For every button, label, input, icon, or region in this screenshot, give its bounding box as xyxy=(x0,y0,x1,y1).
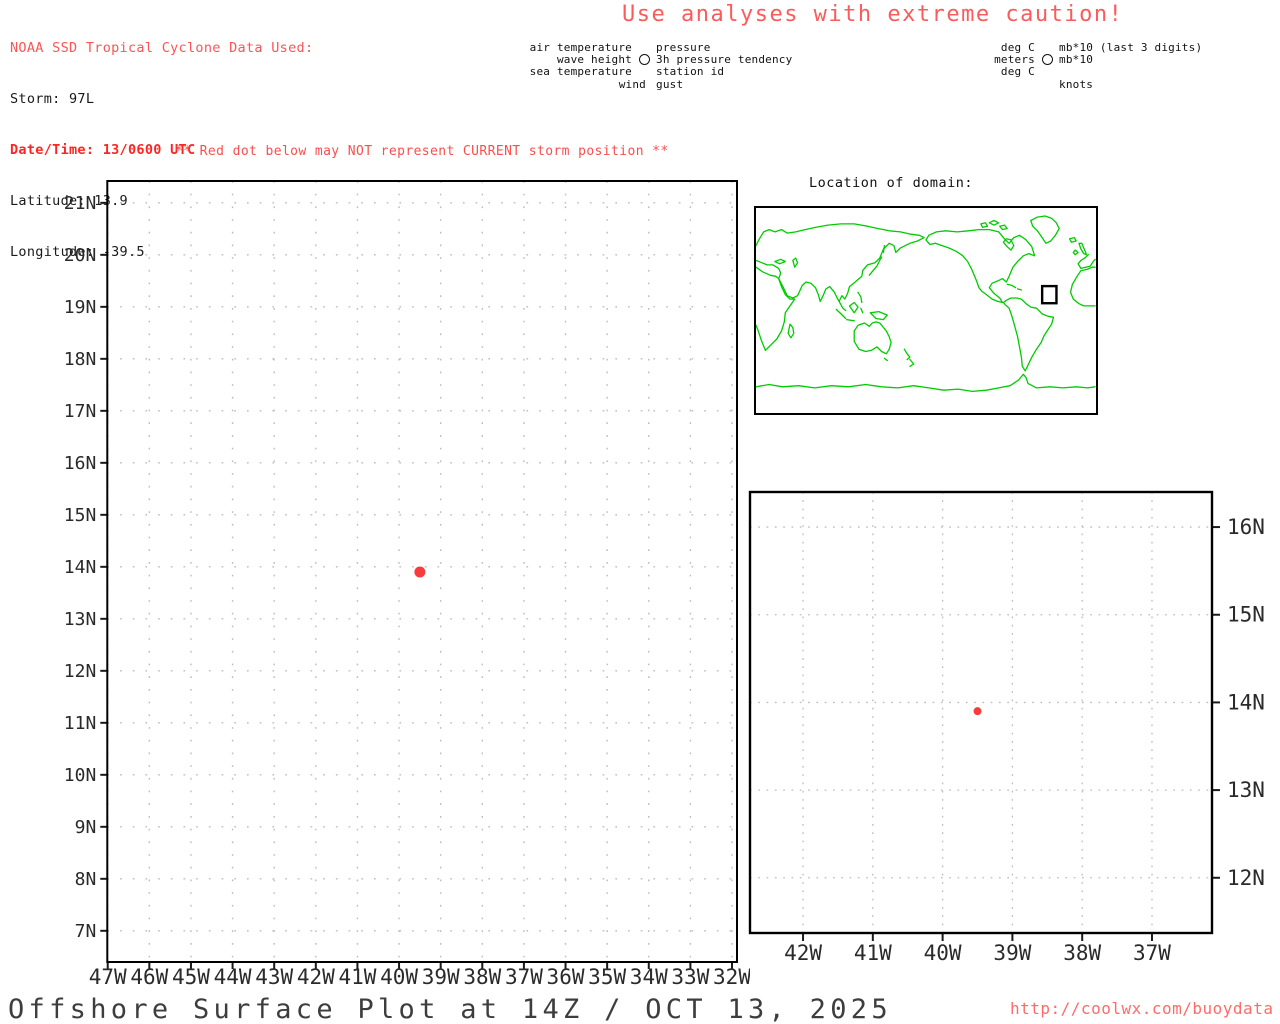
legend-left-label: wind xyxy=(618,77,646,91)
station-circle-icon xyxy=(638,54,650,66)
svg-text:20N: 20N xyxy=(64,245,97,266)
station-circle-icon xyxy=(1041,54,1053,66)
legend-left-label: meters xyxy=(994,53,1035,67)
legend-right-label: mb*10 (last 3 digits) xyxy=(1059,40,1203,54)
legend-right-label: 3h pressure tendency xyxy=(656,53,793,67)
svg-text:46W: 46W xyxy=(130,965,168,989)
svg-text:36W: 36W xyxy=(547,965,585,989)
legend-spacer xyxy=(1035,54,1059,66)
svg-text:11N: 11N xyxy=(64,713,97,734)
legend-right-label: pressure xyxy=(656,40,711,54)
svg-text:8N: 8N xyxy=(75,869,97,890)
svg-text:44W: 44W xyxy=(214,965,252,989)
legend-row: knots xyxy=(965,77,1202,91)
legend-spacer xyxy=(632,54,656,66)
svg-text:35W: 35W xyxy=(588,965,626,989)
svg-text:7N: 7N xyxy=(75,921,97,942)
buoy-plot-page: NOAA SSD Tropical Cyclone Data Used: Sto… xyxy=(0,0,1280,1024)
svg-text:13N: 13N xyxy=(64,609,97,630)
svg-text:15N: 15N xyxy=(64,505,97,526)
legend-right-label: gust xyxy=(656,77,684,91)
svg-text:37W: 37W xyxy=(505,965,543,989)
svg-text:41W: 41W xyxy=(854,941,892,965)
svg-text:10N: 10N xyxy=(64,765,97,786)
legend-row: wind gust xyxy=(520,77,792,91)
legend-row: deg C xyxy=(965,65,1202,79)
legend-row: deg C mb*10 (last 3 digits) xyxy=(965,40,1203,54)
svg-text:18N: 18N xyxy=(64,349,97,370)
svg-text:13N: 13N xyxy=(1227,778,1265,802)
station-model-legend: air temperature pressure wave height 3h … xyxy=(520,40,793,91)
legend-right-label: knots xyxy=(1059,77,1094,91)
zoom-plot: 42W 41W 40W 39W 38W 37W 12N 13N 14N 15N 16N xyxy=(748,490,1265,965)
data-source-line: NOAA SSD Tropical Cyclone Data Used: xyxy=(10,40,314,56)
domain-marker-rect xyxy=(1040,284,1058,305)
units-legend: deg C mb*10 (last 3 digits) meters mb*10… xyxy=(965,41,1202,91)
svg-text:12N: 12N xyxy=(1227,866,1265,890)
legend-right-label: station id xyxy=(656,65,725,79)
svg-text:12N: 12N xyxy=(64,661,97,682)
svg-text:40W: 40W xyxy=(380,965,418,989)
svg-text:41W: 41W xyxy=(338,965,376,989)
svg-text:43W: 43W xyxy=(255,965,293,989)
svg-text:45W: 45W xyxy=(172,965,210,989)
main-plot: 47W 46W 45W 44W 43W 42W 41W 40W 39W 38W 37W 36W 35W 3… xyxy=(64,180,750,989)
svg-text:42W: 42W xyxy=(297,965,335,989)
svg-text:38W: 38W xyxy=(463,965,501,989)
svg-text:17N: 17N xyxy=(64,401,97,422)
storm-97L-position xyxy=(973,707,982,716)
svg-text:37W: 37W xyxy=(1133,941,1171,965)
legend-left-label: deg C xyxy=(1000,40,1035,54)
svg-text:40W: 40W xyxy=(924,941,962,965)
svg-text:47W: 47W xyxy=(89,965,127,989)
legend-left-label: wave height xyxy=(556,53,632,67)
storm-97L-position xyxy=(414,566,426,578)
legend-left-label: air temperature xyxy=(529,40,632,54)
svg-text:38W: 38W xyxy=(1063,941,1101,965)
legend-row: air temperature pressure xyxy=(520,40,792,54)
caution-banner: Use analyses with extreme caution! xyxy=(622,2,1124,27)
legend-left-label: deg C xyxy=(1000,65,1035,79)
domain-map-title: Location of domain: xyxy=(809,175,973,191)
source-url-link[interactable]: http://coolwx.com/buoydata xyxy=(1010,999,1273,1018)
legend-row: meters mb*10 xyxy=(965,53,1202,67)
svg-text:15N: 15N xyxy=(1227,603,1265,627)
svg-text:39W: 39W xyxy=(993,941,1031,965)
svg-text:42W: 42W xyxy=(784,941,822,965)
svg-text:34W: 34W xyxy=(630,965,668,989)
svg-text:19N: 19N xyxy=(64,297,97,318)
svg-text:16N: 16N xyxy=(1227,515,1265,539)
storm-position-warning: ** Red dot below may NOT represent CURRE… xyxy=(175,144,669,159)
legend-right-label: mb*10 xyxy=(1059,53,1094,67)
legend-row: sea temperature station id xyxy=(520,65,792,79)
svg-text:39W: 39W xyxy=(422,965,460,989)
storm-id-line: Storm: 97L xyxy=(10,91,95,107)
legend-row: wave height 3h pressure tendency xyxy=(520,53,793,67)
svg-text:21N: 21N xyxy=(64,193,97,214)
svg-text:33W: 33W xyxy=(671,965,709,989)
svg-text:16N: 16N xyxy=(64,453,97,474)
svg-text:14N: 14N xyxy=(1227,690,1265,714)
svg-text:9N: 9N xyxy=(75,817,97,838)
page-title: Offshore Surface Plot at 14Z / OCT 13, 2… xyxy=(8,994,892,1024)
world-map xyxy=(754,206,1098,415)
legend-left-label: sea temperature xyxy=(529,65,632,79)
svg-text:14N: 14N xyxy=(64,557,97,578)
